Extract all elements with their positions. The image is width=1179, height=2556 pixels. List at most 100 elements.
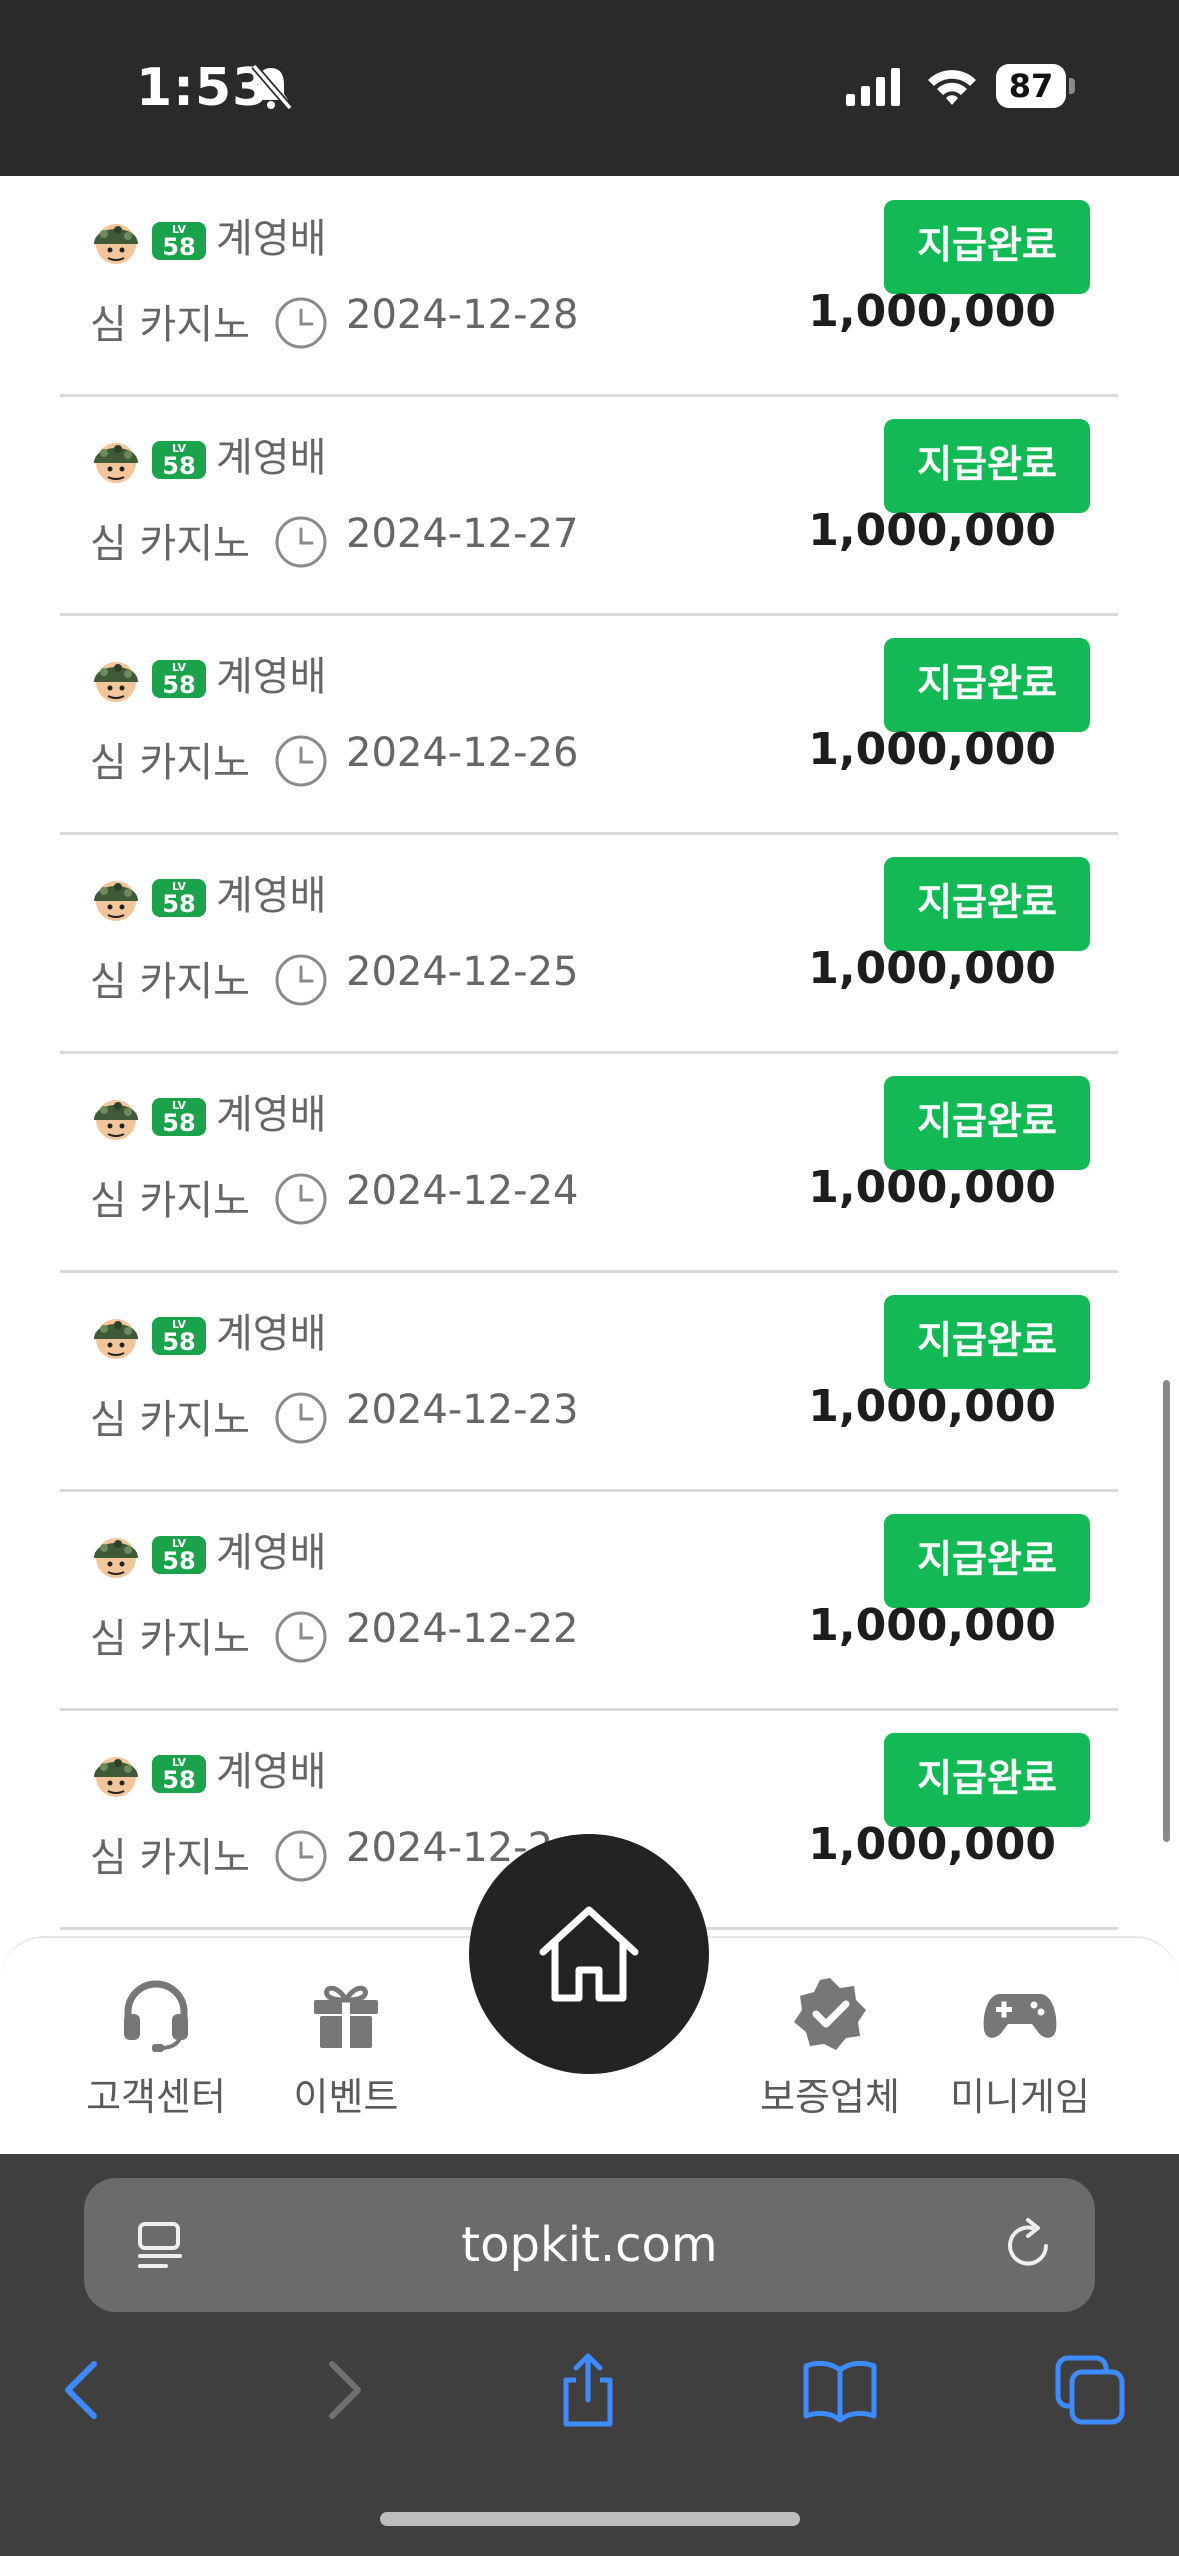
level-badge: LV 58 [152,1098,206,1136]
share-icon[interactable] [548,2350,628,2430]
status-bar: 1:53 87 [0,0,1179,176]
level-badge-number: 58 [162,1766,196,1794]
username: 계영배 [216,435,327,481]
list-item[interactable]: LV 58 계영배 심 카지노 2024-12-28 지급완료 1,000,00… [60,176,1118,397]
level-badge: LV 58 [152,1317,206,1355]
payout-amount: 1,000,000 [808,724,1056,775]
nav-label-event: 이벤트 [293,2075,399,2119]
clock-icon [275,1392,327,1444]
level-badge-number: 58 [162,1328,196,1356]
bell-muted-icon [251,63,293,111]
status-badge-paid[interactable]: 지급완료 [884,638,1090,732]
payout-date: 2024-12-27 [346,511,579,557]
status-badge-paid[interactable]: 지급완료 [884,1076,1090,1170]
scrollbar[interactable] [1163,1380,1170,1842]
status-badge-paid[interactable]: 지급완료 [884,1733,1090,1827]
list-item[interactable]: LV 58 계영배 심 카지노 2024-12-22 지급완료 1,000,00… [60,1490,1118,1711]
clock-icon [275,1173,327,1225]
site-name: 심 카지노 [90,1397,250,1443]
level-badge: LV 58 [152,441,206,479]
tabs-icon[interactable] [1050,2350,1130,2430]
site-name: 심 카지노 [90,1178,250,1224]
reload-icon[interactable] [1002,2216,1058,2274]
avatar-icon [94,224,138,264]
avatar-icon [94,662,138,702]
nav-label-verified-companies: 보증업체 [760,2075,900,2119]
avatar-icon [94,1100,138,1140]
level-badge-number: 58 [162,452,196,480]
payout-list: LV 58 계영배 심 카지노 2024-12-28 지급완료 1,000,00… [0,176,1179,1936]
cellular-signal-icon [846,68,900,106]
clock-icon [275,297,327,349]
level-badge: LV 58 [152,1536,206,1574]
clock-icon [275,735,327,787]
payout-date: 2024-12-24 [346,1168,579,1214]
username: 계영배 [216,1749,327,1795]
level-badge: LV 58 [152,660,206,698]
status-badge-paid[interactable]: 지급완료 [884,857,1090,951]
username: 계영배 [216,216,327,262]
level-badge-number: 58 [162,671,196,699]
level-badge: LV 58 [152,1755,206,1793]
nav-minigame[interactable]: 미니게임 [930,1974,1110,2144]
back-icon[interactable] [46,2350,126,2430]
clock-icon [275,516,327,568]
home-icon [539,1906,639,2002]
list-item[interactable]: LV 58 계영배 심 카지노 2024-12-25 지급완료 1,000,00… [60,833,1118,1054]
site-name: 심 카지노 [90,302,250,348]
wifi-icon [928,70,976,105]
payout-amount: 1,000,000 [808,505,1056,556]
list-item[interactable]: LV 58 계영배 심 카지노 2024-12-27 지급완료 1,000,00… [60,395,1118,616]
username: 계영배 [216,873,327,919]
level-badge: LV 58 [152,879,206,917]
avatar-icon [94,1319,138,1359]
list-item[interactable]: LV 58 계영배 심 카지노 2024-12-23 지급완료 1,000,00… [60,1271,1118,1492]
payout-date: 2024-12-28 [346,292,579,338]
address-bar[interactable]: topkit.com [84,2178,1095,2312]
battery-level: 87 [996,64,1066,108]
url-text: topkit.com [461,2217,718,2273]
site-name: 심 카지노 [90,959,250,1005]
list-item[interactable]: LV 58 계영배 심 카지노 2024-12-26 지급완료 1,000,00… [60,614,1118,835]
gift-icon [314,1985,378,2048]
site-name: 심 카지노 [90,521,250,567]
nav-event[interactable]: 이벤트 [256,1974,436,2144]
battery-indicator: 87 [996,64,1076,110]
home-button[interactable] [469,1834,709,2074]
verified-badge-icon [794,1978,866,2050]
status-badge-paid[interactable]: 지급완료 [884,1514,1090,1608]
payout-date: 2024-12-26 [346,730,579,776]
level-badge-number: 58 [162,1547,196,1575]
avatar-icon [94,443,138,483]
payout-amount: 1,000,000 [808,943,1056,994]
payout-date: 2024-12-22 [346,1606,579,1652]
status-badge-paid[interactable]: 지급완료 [884,1295,1090,1389]
nav-customer-center[interactable]: 고객센터 [66,1974,246,2144]
payout-date: 2024-12-25 [346,949,579,995]
nav-verified-companies[interactable]: 보증업체 [740,1974,920,2144]
nav-label-customer-center: 고객센터 [86,2075,226,2119]
payout-amount: 1,000,000 [808,286,1056,337]
clock-icon [275,1611,327,1663]
home-indicator [380,2512,800,2526]
list-item[interactable]: LV 58 계영배 심 카지노 2024-12-24 지급완료 1,000,00… [60,1052,1118,1273]
forward-icon[interactable] [300,2350,380,2430]
site-name: 심 카지노 [90,1835,250,1881]
username: 계영배 [216,654,327,700]
level-badge: LV 58 [152,222,206,260]
nav-label-minigame: 미니게임 [950,2075,1090,2119]
payout-amount: 1,000,000 [808,1381,1056,1432]
bookmarks-icon[interactable] [800,2350,880,2430]
status-badge-paid[interactable]: 지급완료 [884,419,1090,513]
payout-amount: 1,000,000 [808,1819,1056,1870]
username: 계영배 [216,1092,327,1138]
gamepad-icon [983,1994,1057,2038]
level-badge-number: 58 [162,233,196,261]
username: 계영배 [216,1311,327,1357]
avatar-icon [94,881,138,921]
clock-icon [275,1830,327,1882]
browser-toolbar: topkit.com [0,2154,1179,2556]
avatar-icon [94,1757,138,1797]
status-badge-paid[interactable]: 지급완료 [884,200,1090,294]
level-badge-number: 58 [162,1109,196,1137]
